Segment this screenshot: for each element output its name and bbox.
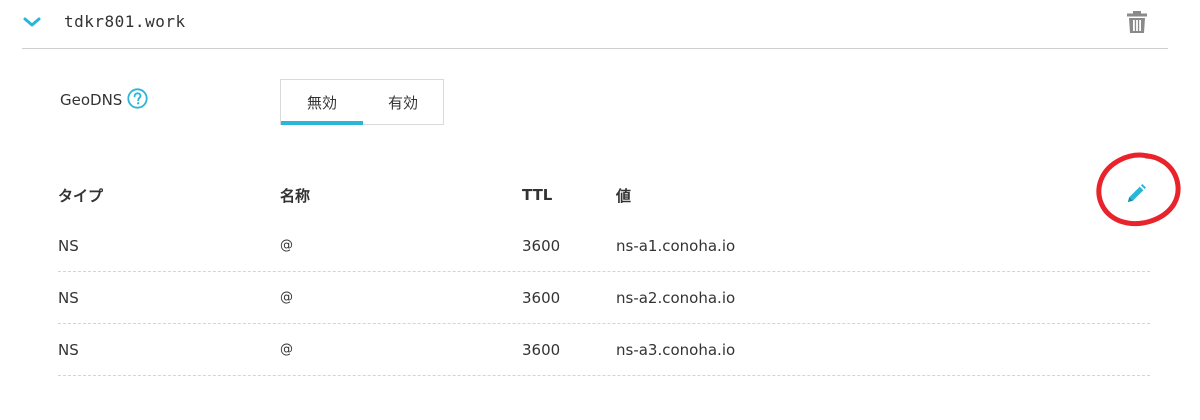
pencil-icon[interactable] [1124,182,1148,206]
record-name: @ [280,290,293,305]
column-header-value: 値 [616,186,632,205]
question-circle-icon[interactable] [127,88,148,109]
domain-name: tdkr801.work [64,12,186,31]
column-header-ttl: TTL [522,186,553,204]
trash-icon[interactable] [1126,10,1148,34]
chevron-down-icon[interactable] [22,12,42,32]
geodns-label: GeoDNS [60,91,123,109]
table-row: NS @ 3600 ns-a1.conoha.io [58,220,1150,272]
column-header-name: 名称 [280,186,311,205]
record-ttl: 3600 [522,236,561,255]
table-row: NS @ 3600 ns-a3.conoha.io [58,324,1150,376]
record-value: ns-a2.conoha.io [616,288,736,307]
record-value: ns-a3.conoha.io [616,340,736,359]
column-header-type: タイプ [58,186,104,205]
table-row: NS @ 3600 ns-a2.conoha.io [58,272,1150,324]
dns-records-table: タイプ 名称 TTL 値 NS @ 3600 ns-a1.conoha.io N… [58,170,1150,376]
geodns-toggle: 無効 有効 [280,79,444,125]
geodns-option-enabled[interactable]: 有効 [363,80,443,124]
record-type: NS [58,288,79,307]
dns-record-panel: tdkr801.work GeoDNS 無効 有効 タイプ 名称 TTL 値 N… [0,0,1200,420]
geodns-option-disabled[interactable]: 無効 [281,80,363,125]
record-name: @ [280,342,293,357]
domain-header: tdkr801.work [22,0,1168,49]
record-ttl: 3600 [522,288,561,307]
record-name: @ [280,238,293,253]
table-header: タイプ 名称 TTL 値 [58,170,1150,220]
record-value: ns-a1.conoha.io [616,236,736,255]
record-ttl: 3600 [522,340,561,359]
record-type: NS [58,340,79,359]
record-type: NS [58,236,79,255]
